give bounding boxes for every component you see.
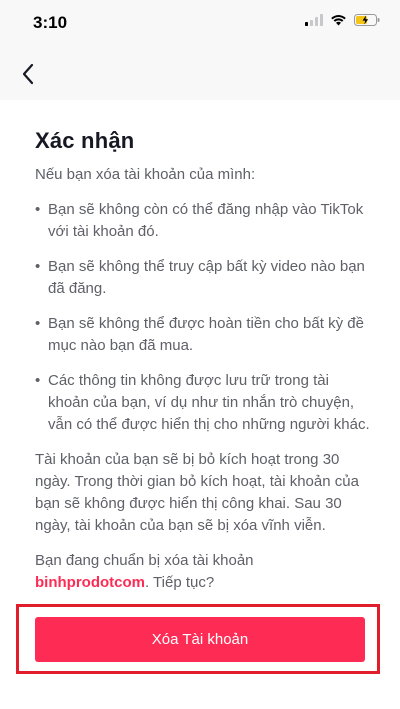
status-time: 3:10 <box>33 13 68 32</box>
chevron-left-icon <box>22 63 34 85</box>
status-icons <box>305 14 380 26</box>
page-title: Xác nhận <box>35 128 135 153</box>
list-item: Các thông tin không được lưu trữ trong t… <box>35 370 370 436</box>
list-item: Bạn sẽ không còn có thể đăng nhập vào Ti… <box>35 199 370 243</box>
confirm-content: Xác nhận Nếu bạn xóa tài khoản của mình:… <box>35 128 370 607</box>
delete-account-button[interactable]: Xóa Tài khoản <box>35 617 365 662</box>
list-item: Bạn sẽ không thể truy cập bất kỳ video n… <box>35 256 370 300</box>
wifi-icon <box>331 15 346 26</box>
intro-text: Nếu bạn xóa tài khoản của mình: <box>35 166 256 183</box>
confirm-prompt: Bạn đang chuẩn bị xóa tài khoản binhprod… <box>35 550 370 594</box>
back-button[interactable] <box>10 56 46 92</box>
status-bar: 3:10 <box>0 0 400 48</box>
prompt-suffix: . Tiếp tục? <box>144 574 215 591</box>
list-item: Bạn sẽ không thể được hoàn tiền cho bất … <box>35 313 370 357</box>
battery-charging-icon <box>354 14 380 26</box>
nav-bar <box>0 48 400 100</box>
consequence-list: Bạn sẽ không còn có thể đăng nhập vào Ti… <box>35 199 370 436</box>
username-link[interactable]: binhprodotcom <box>35 574 145 591</box>
prompt-prefix: Bạn đang chuẩn bị xóa tài khoản <box>35 552 254 569</box>
cellular-signal-icon <box>305 14 323 26</box>
deactivation-text: Tài khoản của bạn sẽ bị bỏ kích hoạt tro… <box>35 451 359 534</box>
